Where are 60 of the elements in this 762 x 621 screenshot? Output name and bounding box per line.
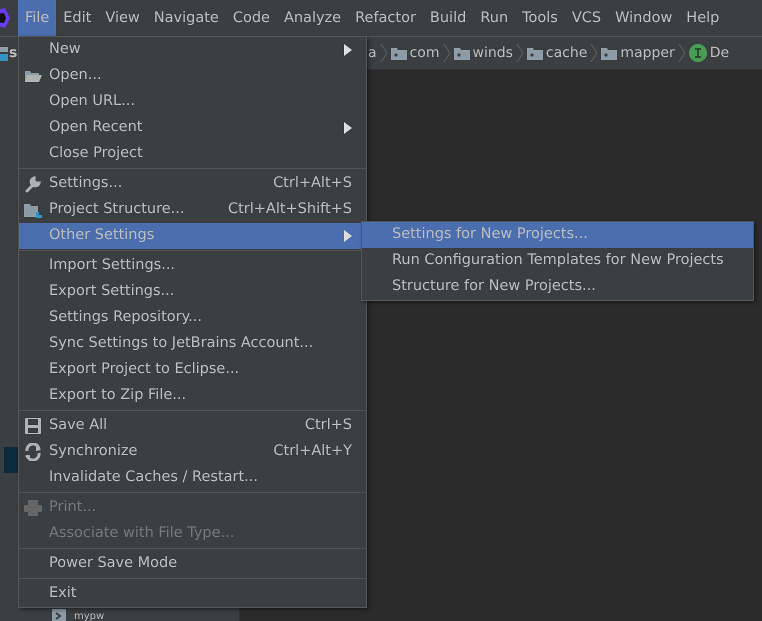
folder-icon (390, 46, 407, 60)
menu-item[interactable]: Code (226, 0, 277, 36)
menu-item[interactable]: Exit (19, 581, 366, 607)
chevron-icon (442, 43, 450, 63)
menu-item[interactable]: Tools (515, 0, 565, 36)
menu-item[interactable]: Power Save Mode (19, 551, 366, 577)
breadcrumb-item[interactable]: De (710, 42, 730, 64)
chevron-icon (590, 43, 598, 63)
app-logo-icon (0, 8, 10, 28)
menu-item[interactable]: Navigate (146, 0, 226, 36)
wrench-icon (24, 175, 42, 193)
menu-item[interactable]: Open Recent (19, 115, 366, 141)
shortcut-label: Ctrl+Alt+Shift+S (228, 200, 352, 220)
menu-item[interactable]: Refactor (348, 0, 423, 36)
breadcrumb-item[interactable]: cache (546, 42, 588, 64)
menu-item[interactable]: Close Project (19, 141, 366, 167)
chevron-icon (516, 43, 524, 63)
menu-item[interactable]: VCS (564, 0, 608, 36)
panel-title: s (9, 44, 18, 63)
menu-item[interactable]: Export Project to Eclipse... (19, 357, 366, 383)
shortcut-label: Ctrl+Alt+Y (273, 442, 352, 462)
menu-item[interactable]: Help (679, 0, 726, 36)
folder-icon (454, 46, 470, 60)
menu-item[interactable]: View (98, 0, 147, 36)
breadcrumb-item[interactable]: com (410, 42, 440, 64)
menu-item[interactable]: Synchronize Ctrl+Alt+Y (19, 439, 366, 465)
menu-item[interactable]: Run (473, 0, 516, 36)
menu-item[interactable]: Project Structure... Ctrl+Alt+Shift+S (19, 197, 366, 223)
printer-icon (24, 499, 42, 517)
menu-item[interactable]: Open URL... (19, 89, 366, 115)
menu-item[interactable]: Save All Ctrl+S (19, 413, 366, 439)
chevron-icon (380, 43, 388, 63)
folder-icon (526, 46, 543, 60)
breadcrumb-item[interactable]: a (368, 42, 377, 64)
menu-item[interactable]: Structure for New Projects... (362, 274, 753, 300)
menu-item[interactable]: Window (608, 0, 680, 36)
menu-item[interactable]: Settings... Ctrl+Alt+S (19, 171, 366, 197)
tree-item[interactable]: mypw (74, 610, 104, 621)
shortcut-label: Ctrl+Alt+S (273, 174, 352, 194)
breadcrumb-item[interactable]: mapper (620, 42, 675, 64)
breadcrumb-item[interactable]: winds (472, 42, 513, 64)
folder-icon (601, 46, 618, 60)
project-icon (0, 46, 8, 60)
menu-item[interactable]: Run Configuration Templates for New Projects (362, 248, 753, 274)
menu-item[interactable]: Analyze (276, 0, 348, 36)
menu-item[interactable]: Open... (19, 63, 366, 89)
interface-icon (688, 44, 707, 62)
menu-item[interactable]: Build (422, 0, 474, 36)
chevron-icon (678, 43, 686, 63)
shortcut-label: Ctrl+S (304, 416, 352, 436)
sync-icon (24, 443, 42, 461)
menu-item[interactable]: New (19, 37, 366, 63)
menu-item[interactable]: Invalidate Caches / Restart... (19, 465, 366, 491)
menu-item[interactable]: Settings Repository... (19, 305, 366, 331)
menu-item[interactable]: Sync Settings to JetBrains Account... (19, 331, 366, 357)
menu-item[interactable]: Edit (56, 0, 98, 36)
menu-item[interactable]: Export to Zip File... (19, 383, 366, 409)
project-structure-icon (24, 201, 42, 219)
selected-row (4, 447, 18, 473)
save-icon (24, 417, 42, 435)
